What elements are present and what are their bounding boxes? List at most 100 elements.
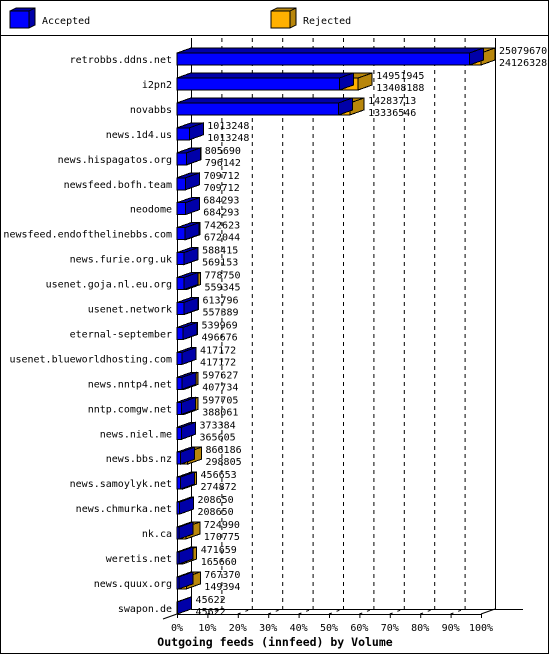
bar-accepted-front (176, 426, 182, 440)
data-label-accepted: 407734 (202, 382, 238, 393)
x-tick-label: 100% (469, 623, 493, 634)
x-tick-label: 10% (198, 623, 216, 634)
legend-label-accepted: Accepted (42, 16, 90, 27)
data-label-accepted: 365605 (200, 432, 236, 443)
legend-cube-rejected (270, 7, 297, 29)
data-label-rejected: 456653 (201, 470, 237, 481)
data-label-rejected: 805690 (205, 146, 241, 157)
bar-accepted-front (176, 102, 340, 116)
data-label-accepted: 672044 (204, 233, 240, 244)
data-label-rejected: 767370 (204, 570, 240, 581)
bar-accepted-front (176, 227, 186, 241)
category-label: news.1d4.us (106, 130, 172, 141)
x-tick-label: 60% (350, 623, 368, 634)
data-label-rejected: 588415 (202, 246, 238, 257)
data-label-rejected: 709712 (204, 171, 240, 182)
x-tick-label: 80% (411, 623, 429, 634)
data-label-accepted: 569153 (202, 258, 238, 269)
data-label-accepted: 165660 (201, 557, 237, 568)
bar-accepted-front (176, 376, 183, 390)
bar-accepted-front (176, 401, 183, 415)
bar-accepted-top (176, 47, 484, 54)
data-label-rejected: 208650 (198, 495, 234, 506)
bar-accepted-front (176, 326, 184, 340)
data-label-rejected: 45622 (196, 595, 226, 606)
x-tick-label: 30% (259, 623, 277, 634)
category-label: weretis.net (106, 554, 172, 565)
legend-cube-rejected-front (270, 10, 291, 29)
data-label-rejected: 684293 (203, 196, 239, 207)
data-label-rejected: 724990 (204, 520, 240, 531)
data-label-rejected: 539969 (202, 320, 238, 331)
data-label-accepted: 1013248 (207, 133, 249, 144)
category-label: usenet.blueworldhosting.com (9, 354, 172, 365)
data-label-rejected: 597705 (202, 395, 238, 406)
category-label: nntp.comgw.net (88, 404, 172, 415)
bar-accepted-top (176, 72, 354, 79)
data-label-accepted: 684293 (203, 208, 239, 219)
data-label-rejected: 25079670 (499, 46, 547, 57)
data-label-accepted: 149394 (204, 582, 240, 593)
x-tick-label: 50% (320, 623, 338, 634)
category-label: nk.ca (142, 529, 172, 540)
category-label: news.bbs.nz (106, 454, 172, 465)
category-label: swapon.de (118, 604, 172, 615)
category-label: eternal-september (70, 329, 172, 340)
bar-accepted (176, 97, 354, 116)
bar-accepted-front (176, 77, 341, 91)
data-label-accepted: 24126328 (499, 58, 547, 69)
bar-accepted-front (176, 152, 188, 166)
legend-swatch-rejected (270, 7, 297, 29)
bar-accepted-front (176, 52, 470, 66)
data-label-rejected: 14951945 (376, 71, 424, 82)
data-label-rejected: 597627 (202, 370, 238, 381)
bar-accepted-front (176, 127, 190, 141)
bar-row (176, 72, 373, 91)
data-label-accepted: 496676 (202, 332, 238, 343)
legend-cube-accepted-front (9, 10, 30, 29)
data-label-rejected: 373384 (200, 420, 236, 431)
legend-label-rejected: Rejected (303, 16, 351, 27)
bar-row (176, 97, 365, 116)
bar-accepted-front (176, 451, 182, 465)
data-label-accepted: 13336546 (368, 108, 416, 119)
category-label: newsfeed.endofthelinebbs.com (3, 230, 172, 241)
x-tick-label: 70% (381, 623, 399, 634)
x-tick-label: 40% (290, 623, 308, 634)
data-label-rejected: 613796 (202, 296, 238, 307)
category-label: i2pn2 (142, 80, 172, 91)
category-label: novabbs (130, 105, 172, 116)
data-label-accepted: 417172 (200, 357, 236, 368)
bar-accepted (176, 72, 355, 91)
data-label-accepted: 557389 (202, 308, 238, 319)
data-label-rejected: 778750 (204, 271, 240, 282)
category-label: retrobbs.ddns.net (70, 55, 172, 66)
data-label-accepted: 796142 (205, 158, 241, 169)
legend-cube-accepted-end (28, 7, 36, 29)
legend-cube-accepted (9, 7, 36, 29)
legend-swatch-accepted (9, 7, 36, 29)
category-label: news.niel.me (100, 429, 172, 440)
data-label-accepted: 559345 (204, 283, 240, 294)
x-tick-label: 20% (229, 623, 247, 634)
chart-image: Accepted Rejected 0% 10% 20% 30% 40% 50% 60% 70… (0, 0, 550, 655)
data-label-rejected: 14283713 (368, 96, 416, 107)
bar-accepted (176, 47, 484, 66)
category-label: news.furie.org.uk (70, 255, 172, 266)
x-tick-label: 90% (442, 623, 460, 634)
data-label-accepted: 13408188 (376, 83, 424, 94)
category-label: usenet.goja.nl.eu.org (46, 280, 172, 291)
legend-cube-rejected-end (289, 7, 297, 29)
bar-accepted-front (176, 302, 185, 315)
data-label-rejected: 742623 (204, 221, 240, 232)
data-label-accepted: 388061 (202, 407, 238, 418)
category-label: news.chmurka.net (76, 504, 172, 515)
bar-accepted-front (176, 202, 186, 216)
category-label: news.nntp4.net (88, 379, 172, 390)
data-label-accepted: 709712 (204, 183, 240, 194)
chart-title: Outgoing feeds (innfeed) by Volume (157, 635, 392, 649)
category-label: news.samoylyk.net (70, 479, 172, 490)
x-tick-label: 0% (171, 623, 183, 634)
data-label-accepted: 45622 (196, 607, 226, 618)
data-label-accepted: 208650 (198, 507, 234, 518)
